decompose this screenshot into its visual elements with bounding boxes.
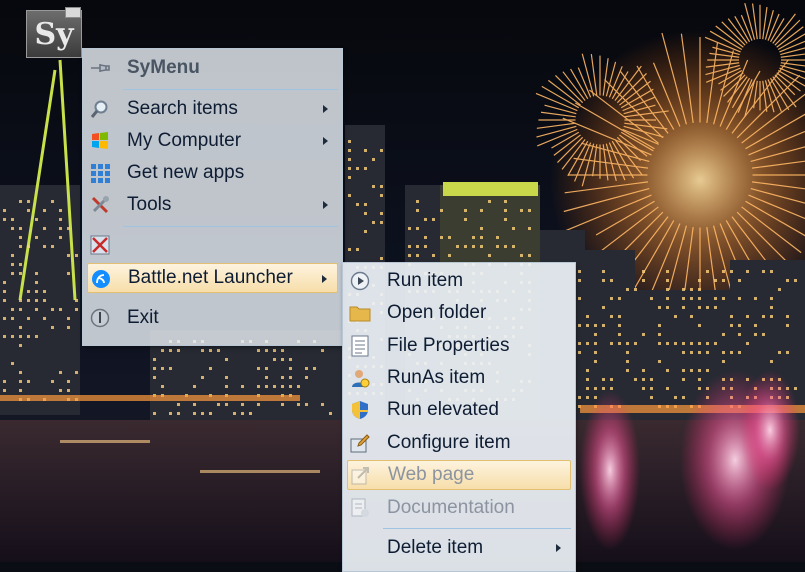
documentation-icon <box>349 497 371 519</box>
menu-separator <box>383 528 571 529</box>
submenu-item-configure-item[interactable]: Configure item <box>347 428 571 458</box>
pin-icon <box>89 57 111 79</box>
tools-icon <box>89 194 111 216</box>
submenu-arrow-icon <box>556 544 561 552</box>
tray-logo-text: Sy <box>34 16 74 52</box>
menu-item-label: Exit <box>127 307 159 328</box>
submenu-item-run-elevated[interactable]: Run elevated <box>347 395 571 425</box>
submenu-item-run-item[interactable]: Run item <box>347 266 571 296</box>
submenu-item-web-page[interactable]: Web page <box>347 460 571 490</box>
menu-item-label: My Computer <box>127 130 242 151</box>
menu-item-label: Delete item <box>387 537 484 558</box>
menu-item-label: File Properties <box>387 335 510 356</box>
menu-item-label: Search items <box>127 98 238 119</box>
menu-item-exit[interactable]: Exit <box>87 303 338 333</box>
submenu-arrow-icon <box>323 105 328 113</box>
menu-item-label: Open folder <box>387 302 487 323</box>
menu-title: SyMenu <box>87 53 338 83</box>
menu-item-label: Configure item <box>387 432 511 453</box>
magnifier-icon <box>89 98 111 120</box>
symenu-tray-icon[interactable]: Sy <box>26 7 82 58</box>
submenu-arrow-icon <box>323 137 328 145</box>
menu-item-battlenet-launcher[interactable]: Battle.net Launcher <box>87 263 338 293</box>
no-entry-icon <box>89 234 111 256</box>
submenu-arrow-icon <box>322 275 327 283</box>
submenu-item-file-properties[interactable]: File Properties <box>347 331 571 361</box>
menu-item-label: Get new apps <box>127 162 245 183</box>
menu-separator <box>123 89 338 90</box>
menu-item-label: Run item <box>387 270 464 291</box>
submenu-item-open-folder[interactable]: Open folder <box>347 298 571 328</box>
menu-separator <box>123 226 338 227</box>
submenu-arrow-icon <box>323 201 328 209</box>
user-icon <box>349 367 371 389</box>
play-icon <box>349 270 371 292</box>
main-menu: SyMenu Search items My Computer Get new … <box>82 48 343 346</box>
menu-item-label: Run elevated <box>387 399 499 420</box>
menu-item-my-computer[interactable]: My Computer <box>87 126 338 156</box>
submenu-item-documentation[interactable]: Documentation <box>347 493 571 523</box>
menu-item-label: RunAs item <box>387 367 486 388</box>
web-icon <box>350 465 372 487</box>
power-icon <box>89 307 111 329</box>
menu-title-label: SyMenu <box>127 57 200 78</box>
menu-item-label: Battle.net Launcher <box>128 267 293 288</box>
configure-icon <box>349 432 371 454</box>
submenu-item-delete-item[interactable]: Delete item <box>347 533 571 563</box>
folder-icon <box>349 302 371 324</box>
menu-item-blocked[interactable] <box>87 230 338 260</box>
windows-flag-icon <box>89 130 111 152</box>
menu-item-tools[interactable]: Tools <box>87 190 338 220</box>
menu-item-label: Documentation <box>387 497 515 518</box>
tray-badge <box>65 7 81 18</box>
menu-item-get-new-apps[interactable]: Get new apps <box>87 158 338 188</box>
properties-icon <box>349 335 371 357</box>
grid-icon <box>89 162 111 184</box>
menu-item-label: Tools <box>127 194 172 215</box>
battlenet-icon <box>90 268 112 290</box>
submenu-item-runas-item[interactable]: RunAs item <box>347 363 571 393</box>
menu-item-search-items[interactable]: Search items <box>87 94 338 124</box>
battlenet-submenu: Run item Open folder File Properties Run… <box>342 262 576 572</box>
shield-icon <box>349 399 371 421</box>
menu-item-label: Web page <box>388 464 475 485</box>
